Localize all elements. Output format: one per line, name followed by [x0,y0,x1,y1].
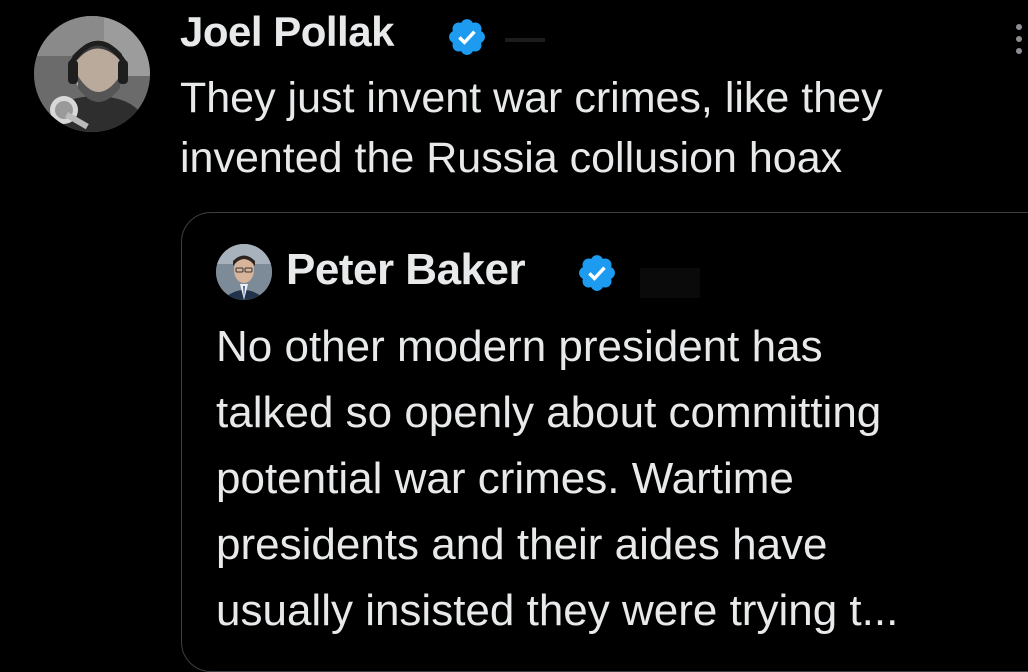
quoted-text-line: potential war crimes. Wartime [216,454,794,503]
tweet-text-line: invented the Russia collusion hoax [180,134,843,182]
redacted-handle [640,268,700,298]
verified-badge-icon [579,255,615,291]
man-in-suit-avatar-icon [216,244,272,300]
quoted-text-line: presidents and their aides have [216,520,828,569]
more-options-button[interactable] [1012,24,1028,58]
author-name[interactable]: Joel Pollak [180,8,394,56]
quoted-text-line: usually insisted they were trying t... [216,586,899,635]
tweet-text: They just invent war crimes, like they i… [180,68,1010,188]
vertical-ellipsis-icon [1012,24,1028,54]
author-avatar[interactable] [34,16,150,132]
quoted-author-name[interactable]: Peter Baker [286,245,526,295]
quoted-tweet-text: No other modern president has talked so … [216,314,1016,644]
quoted-author-avatar[interactable] [216,244,272,300]
redacted-handle [505,38,545,42]
quoted-text-line: talked so openly about committing [216,388,882,437]
quoted-text-line: No other modern president has [216,322,823,371]
man-with-headphones-and-microphone-avatar-icon [34,16,150,132]
verified-badge-icon [449,19,485,55]
tweet-text-line: They just invent war crimes, like they [180,74,883,122]
